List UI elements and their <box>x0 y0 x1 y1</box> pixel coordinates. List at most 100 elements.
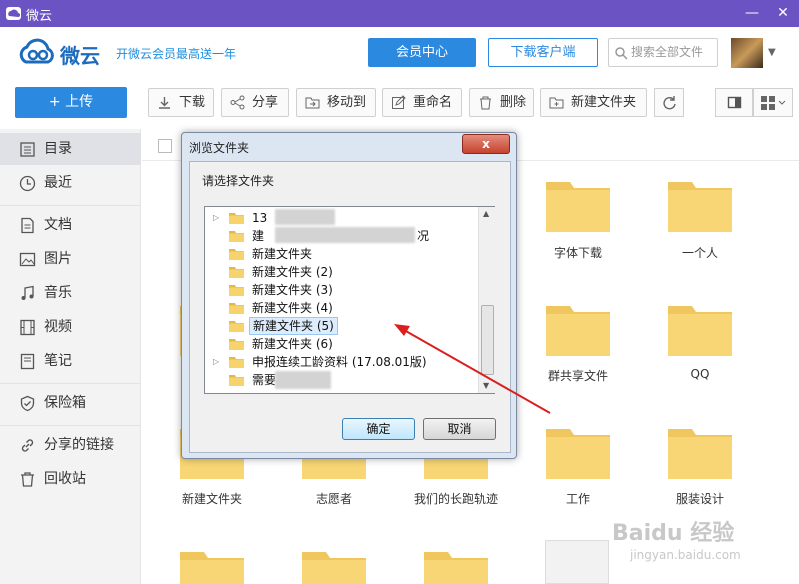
tree-item[interactable]: 新建文件夹 (4) <box>205 299 479 317</box>
tree-item-label: 建 <box>252 229 265 243</box>
tree-item-selected[interactable]: 新建文件夹 (5) <box>205 317 479 335</box>
sidebar-item-documents[interactable]: 文档 <box>0 209 141 241</box>
share-button[interactable]: 分享 <box>221 88 289 117</box>
redaction-blur <box>275 371 331 389</box>
sidebar-divider <box>0 205 141 206</box>
tree-item[interactable]: 新建文件夹 (6) <box>205 335 479 353</box>
shield-icon <box>20 395 35 412</box>
rename-button[interactable]: 重命名 <box>382 88 462 117</box>
list-icon <box>20 142 35 157</box>
tree-item[interactable]: 新建文件夹 <box>205 245 479 263</box>
vip-center-button[interactable]: 会员中心 <box>368 38 476 67</box>
folder-label[interactable]: 一个人 <box>645 244 755 261</box>
tree-item-label: 新建文件夹 (6) <box>252 337 333 351</box>
folder-icon[interactable] <box>302 548 366 584</box>
avatar[interactable] <box>731 38 763 68</box>
trash-icon <box>21 472 34 487</box>
chevron-down-icon[interactable]: ▼ <box>768 47 776 58</box>
share-icon <box>230 95 245 110</box>
search-input[interactable]: 搜索全部文件 <box>608 38 718 67</box>
sidebar-item-pictures[interactable]: 图片 <box>0 243 141 275</box>
scrollbar-thumb[interactable] <box>481 305 494 375</box>
sidebar-item-music[interactable]: 音乐 <box>0 277 141 309</box>
download-button[interactable]: 下载 <box>148 88 214 117</box>
folder-label[interactable]: 服装设计 <box>645 490 755 507</box>
redaction-blur <box>275 209 335 225</box>
tree-scrollbar[interactable]: ▲ ▼ <box>478 207 495 393</box>
download-client-button[interactable]: 下载客户端 <box>488 38 598 67</box>
sidebar-item-shared-links[interactable]: 分享的链接 <box>0 429 141 461</box>
tree-item-label: 新建文件夹 (5) <box>249 317 338 335</box>
sidebar-label: 音乐 <box>44 285 72 301</box>
tree-item[interactable]: 需要 <box>205 371 479 389</box>
tree-item[interactable]: 新建文件夹 (2) <box>205 263 479 281</box>
grid-view-icon <box>761 96 786 110</box>
sidebar-item-directory[interactable]: 目录 <box>0 133 141 165</box>
ok-button[interactable]: 确定 <box>342 418 415 440</box>
scroll-up-icon[interactable]: ▲ <box>483 209 489 218</box>
folder-icon[interactable] <box>668 425 732 479</box>
select-all-checkbox[interactable] <box>158 139 172 153</box>
folder-icon[interactable] <box>668 178 732 232</box>
expand-arrow-icon[interactable]: ▷ <box>213 353 219 371</box>
sidebar-item-recycle-bin[interactable]: 回收站 <box>0 463 141 495</box>
move-to-button[interactable]: 移动到 <box>296 88 376 117</box>
detail-panel-button[interactable] <box>715 88 753 117</box>
tree-item[interactable]: ▷ 申报连续工龄资料 (17.08.01版) <box>205 353 479 371</box>
watermark-logo: Baidu 经验 <box>612 521 735 546</box>
scroll-down-icon[interactable]: ▼ <box>483 381 489 390</box>
folder-icon[interactable] <box>546 178 610 232</box>
refresh-icon <box>663 96 676 110</box>
sidebar-divider <box>0 425 141 426</box>
file-thumbnail[interactable] <box>545 540 609 584</box>
sidebar-label: 视频 <box>44 319 72 335</box>
watermark-url: jingyan.baidu.com <box>630 548 741 562</box>
minimize-button[interactable]: — <box>737 0 767 27</box>
view-mode-button[interactable] <box>753 88 793 117</box>
folder-icon[interactable] <box>546 425 610 479</box>
folder-icon[interactable] <box>668 302 732 356</box>
vip-label: 会员中心 <box>395 45 448 60</box>
cancel-button[interactable]: 取消 <box>423 418 496 440</box>
expand-arrow-icon[interactable]: ▷ <box>213 209 219 227</box>
download-client-label: 下载客户端 <box>510 45 576 60</box>
dialog-title: 浏览文件夹 <box>189 141 250 155</box>
promo-link[interactable]: 开微云会员最高送一年 <box>116 45 236 62</box>
folder-icon[interactable] <box>546 302 610 356</box>
film-icon <box>20 319 35 336</box>
sidebar-label: 最近 <box>44 175 72 191</box>
folder-label[interactable]: 工作 <box>523 490 633 507</box>
folder-label[interactable]: 志愿者 <box>279 490 389 507</box>
tree-item[interactable]: ▷ 13 <box>205 209 479 227</box>
folder-label[interactable]: QQ <box>645 367 755 381</box>
folder-icon[interactable] <box>424 548 488 584</box>
new-folder-button[interactable]: 新建文件夹 <box>540 88 647 117</box>
folder-label[interactable]: 新建文件夹 <box>157 490 267 507</box>
document-icon <box>21 217 34 234</box>
move-to-label: 移动到 <box>327 95 367 110</box>
folder-label[interactable]: 字体下载 <box>523 244 633 261</box>
delete-button[interactable]: 删除 <box>469 88 534 117</box>
dialog-prompt: 请选择文件夹 <box>202 174 275 188</box>
close-button[interactable]: ✕ <box>768 0 798 27</box>
refresh-button[interactable] <box>654 88 684 117</box>
sidebar-item-notes[interactable]: 笔记 <box>0 345 141 377</box>
title-bar: 微云 — ✕ <box>0 0 799 27</box>
download-icon <box>159 97 170 109</box>
tree-item-label-tail: 况 <box>417 229 430 243</box>
sidebar-label: 回收站 <box>44 471 86 487</box>
weiyun-small-logo-icon <box>6 7 21 20</box>
dialog-close-button[interactable]: x <box>462 134 510 154</box>
download-label: 下载 <box>179 95 206 110</box>
sidebar-item-recent[interactable]: 最近 <box>0 167 141 199</box>
folder-label[interactable]: 我们的长跑轨迹 <box>401 490 511 507</box>
folder-icon[interactable] <box>180 548 244 584</box>
sidebar-label: 目录 <box>44 141 72 157</box>
upload-button[interactable]: + 上传 <box>15 87 127 118</box>
tree-item[interactable]: 新建文件夹 (3) <box>205 281 479 299</box>
sidebar-item-safe[interactable]: 保险箱 <box>0 387 141 419</box>
share-label: 分享 <box>252 95 279 110</box>
folder-label[interactable]: 群共享文件 <box>523 367 633 384</box>
tree-item-label: 13 <box>252 211 268 225</box>
sidebar-item-video[interactable]: 视频 <box>0 311 141 343</box>
